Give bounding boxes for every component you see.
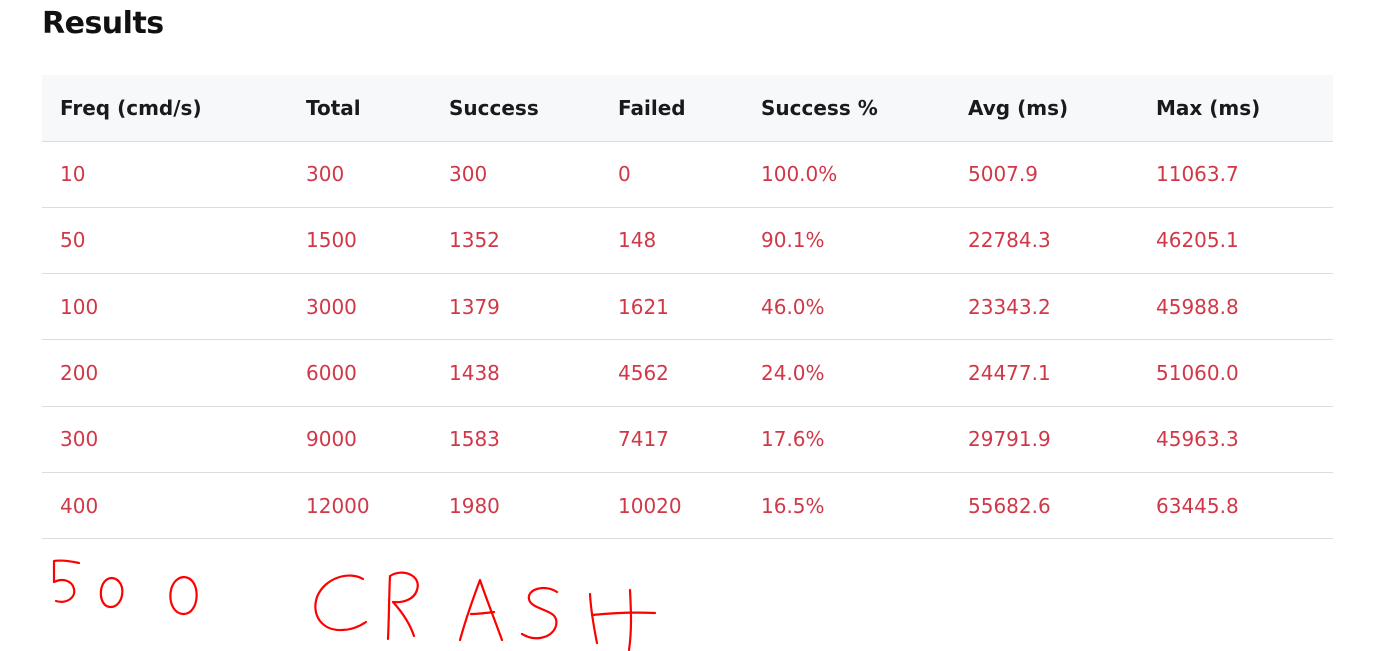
table-row: 100 3000 1379 1621 46.0% 23343.2 45988.8 (42, 273, 1333, 341)
cell-failed: 0 (600, 141, 743, 208)
header-max: Max (ms) (1138, 75, 1333, 142)
handwritten-crash-annotation (52, 559, 657, 651)
header-row: Freq (cmd/s) Total Success Failed Succes… (42, 75, 1333, 142)
cell-max: 51060.0 (1138, 339, 1333, 407)
cell-total: 12000 (288, 472, 431, 540)
cell-freq: 400 (42, 472, 288, 540)
cell-avg: 22784.3 (950, 207, 1138, 275)
cell-total: 6000 (288, 339, 431, 407)
table-row: 200 6000 1438 4562 24.0% 24477.1 51060.0 (42, 339, 1333, 407)
header-success-pct: Success % (743, 75, 950, 142)
cell-success: 1379 (431, 273, 600, 341)
cell-success: 1352 (431, 207, 600, 275)
header-avg: Avg (ms) (950, 75, 1138, 142)
table-row: 50 1500 1352 148 90.1% 22784.3 46205.1 (42, 207, 1333, 275)
table-body: 10 300 300 0 100.0% 5007.9 11063.7 50 15… (42, 141, 1333, 540)
results-page: Results Freq (cmd/s) Total Success Faile… (0, 0, 1379, 651)
cell-failed: 10020 (600, 472, 743, 540)
cell-total: 300 (288, 141, 431, 208)
cell-freq: 10 (42, 141, 288, 208)
cell-total: 3000 (288, 273, 431, 341)
cell-total: 1500 (288, 207, 431, 275)
page-title: Results (42, 6, 164, 41)
cell-freq: 200 (42, 339, 288, 407)
header-total: Total (288, 75, 431, 142)
handwritten-crash (314, 571, 657, 651)
cell-max: 46205.1 (1138, 207, 1333, 275)
cell-failed: 7417 (600, 406, 743, 473)
table-row: 10 300 300 0 100.0% 5007.9 11063.7 (42, 141, 1333, 208)
cell-success-pct: 24.0% (743, 339, 950, 407)
cell-max: 63445.8 (1138, 472, 1333, 540)
results-table: Freq (cmd/s) Total Success Failed Succes… (42, 75, 1333, 540)
cell-success-pct: 46.0% (743, 273, 950, 341)
header-success: Success (431, 75, 600, 142)
table-row: 400 12000 1980 10020 16.5% 55682.6 63445… (42, 472, 1333, 540)
cell-success-pct: 16.5% (743, 472, 950, 540)
header-freq: Freq (cmd/s) (42, 75, 288, 142)
cell-avg: 5007.9 (950, 141, 1138, 208)
cell-total: 9000 (288, 406, 431, 473)
cell-max: 45963.3 (1138, 406, 1333, 473)
cell-freq: 100 (42, 273, 288, 341)
cell-max: 45988.8 (1138, 273, 1333, 341)
cell-freq: 50 (42, 207, 288, 275)
cell-success-pct: 90.1% (743, 207, 950, 275)
cell-freq: 300 (42, 406, 288, 473)
header-failed: Failed (600, 75, 743, 142)
cell-avg: 23343.2 (950, 273, 1138, 341)
cell-avg: 24477.1 (950, 339, 1138, 407)
cell-failed: 148 (600, 207, 743, 275)
cell-success: 1583 (431, 406, 600, 473)
cell-max: 11063.7 (1138, 141, 1333, 208)
table-row: 300 9000 1583 7417 17.6% 29791.9 45963.3 (42, 406, 1333, 473)
handwritten-500 (52, 559, 198, 616)
cell-success-pct: 100.0% (743, 141, 950, 208)
cell-avg: 55682.6 (950, 472, 1138, 540)
table-header: Freq (cmd/s) Total Success Failed Succes… (42, 75, 1333, 142)
cell-success: 1438 (431, 339, 600, 407)
cell-failed: 4562 (600, 339, 743, 407)
cell-avg: 29791.9 (950, 406, 1138, 473)
cell-failed: 1621 (600, 273, 743, 341)
cell-success: 1980 (431, 472, 600, 540)
cell-success-pct: 17.6% (743, 406, 950, 473)
cell-success: 300 (431, 141, 600, 208)
